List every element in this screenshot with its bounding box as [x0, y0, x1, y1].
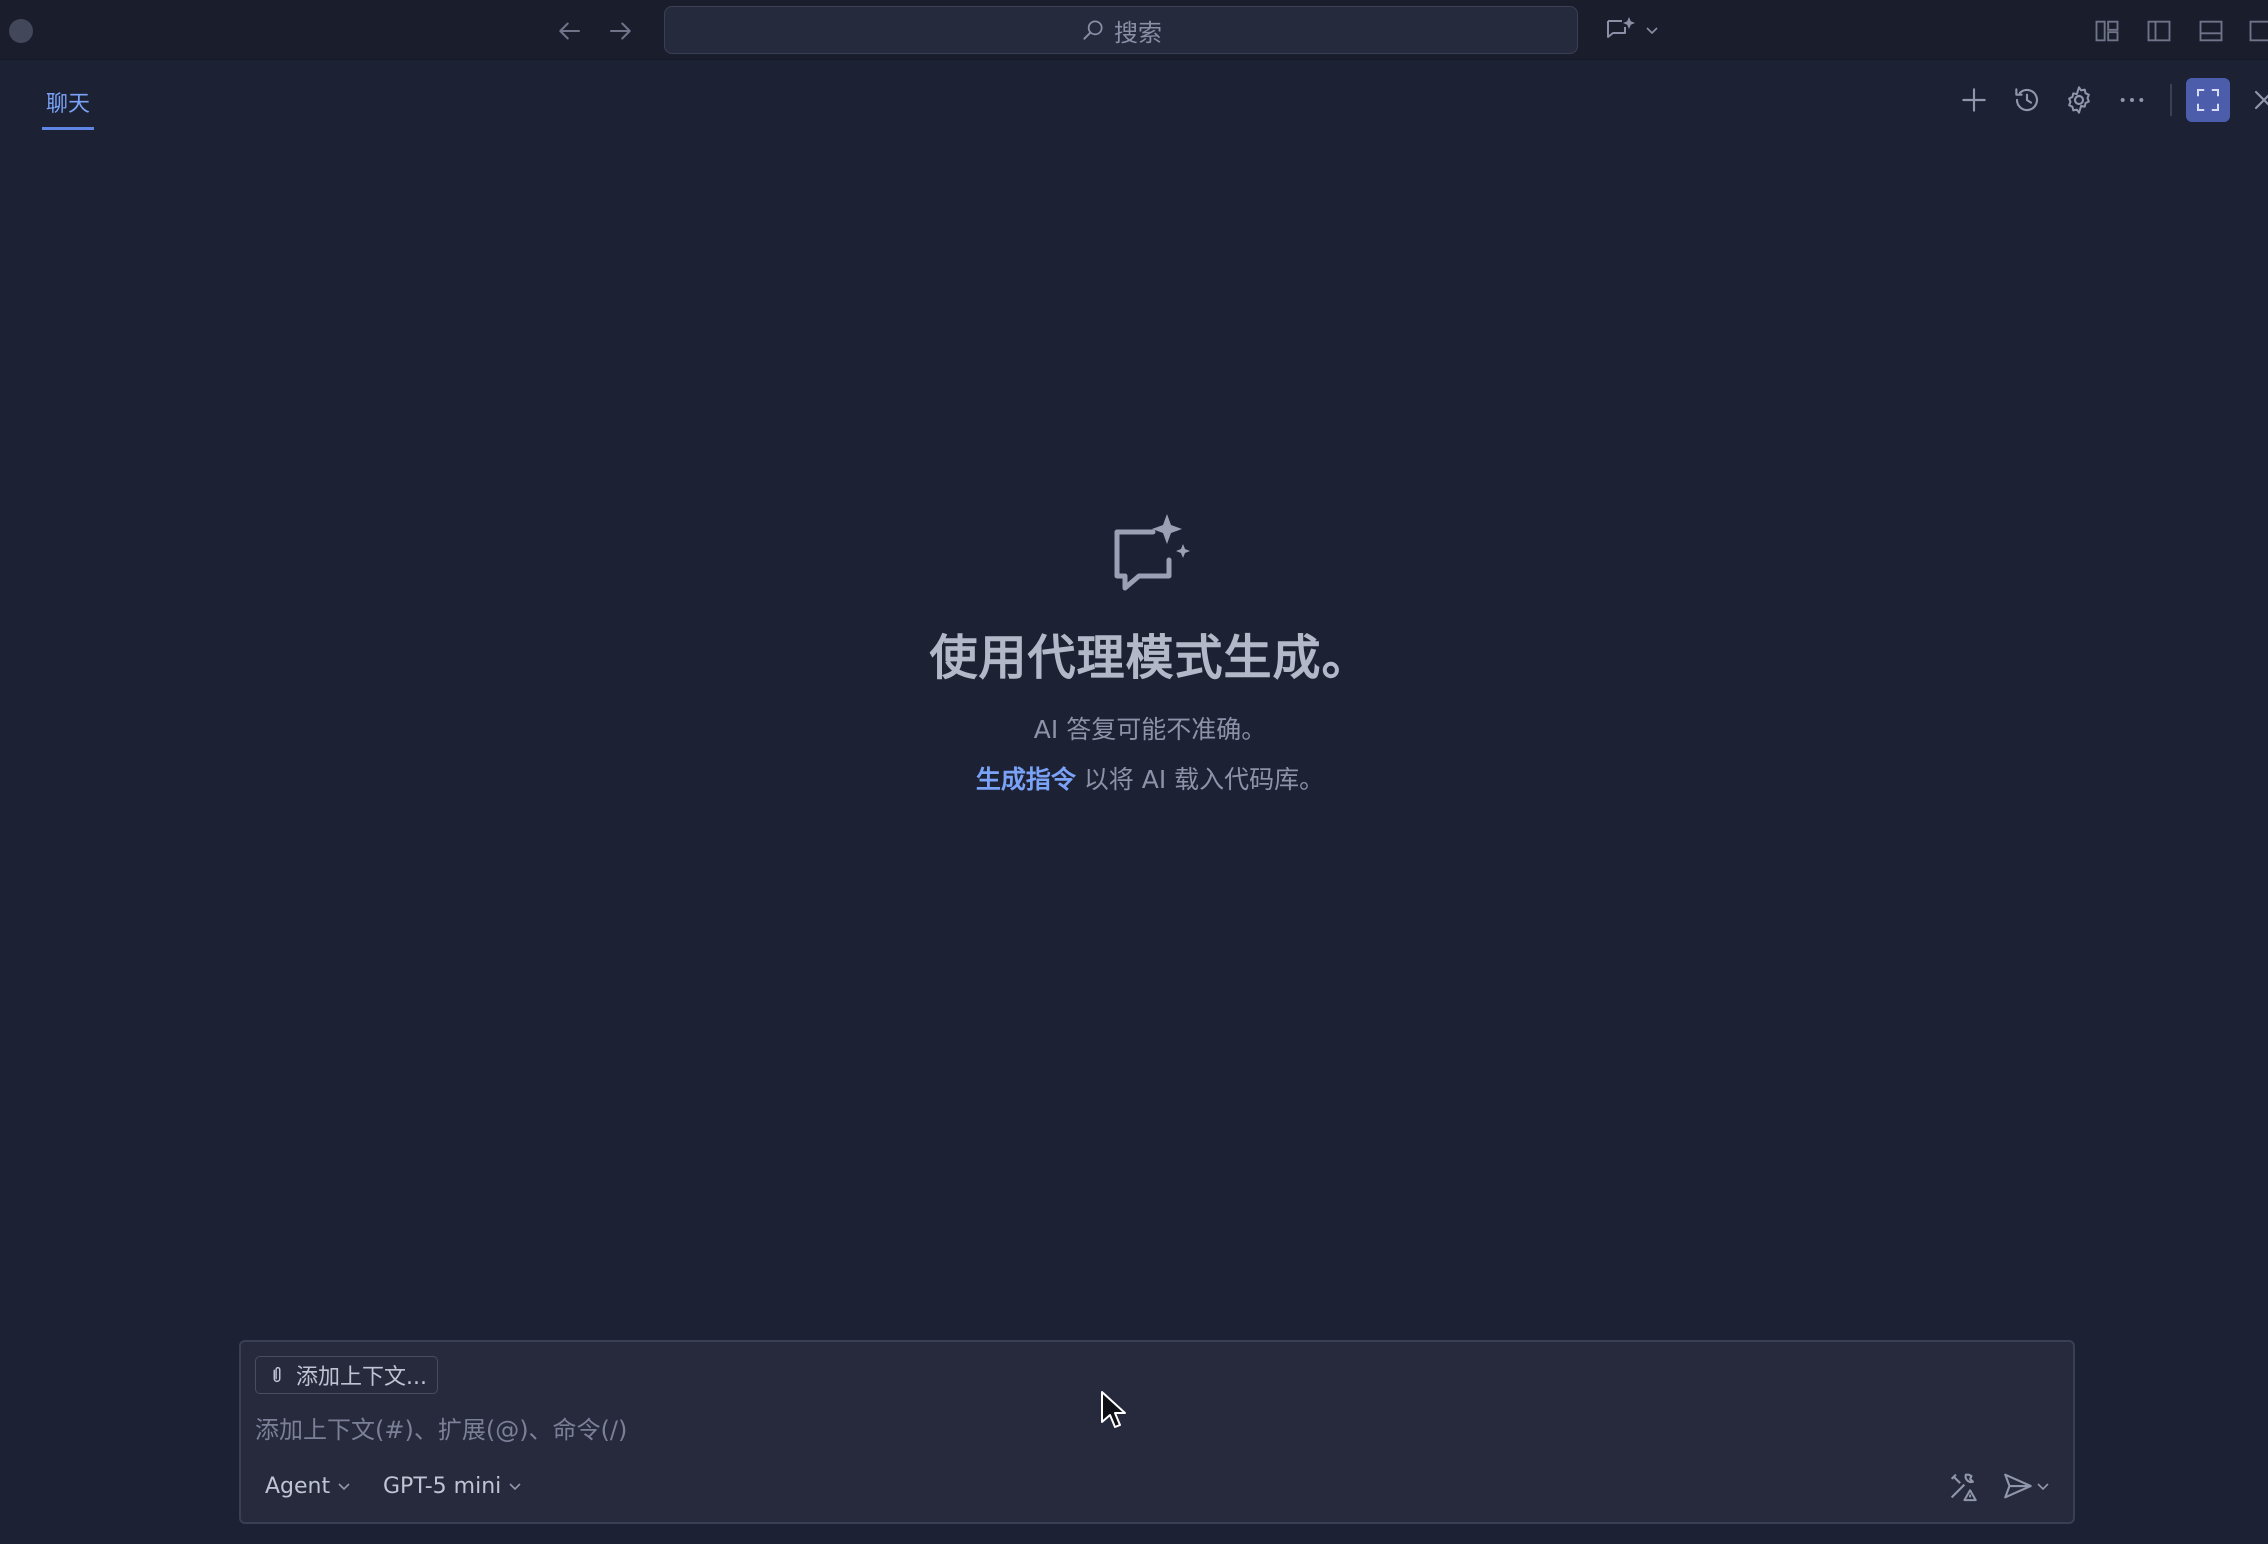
forward-button[interactable]	[604, 14, 638, 48]
chevron-down-icon	[1646, 27, 1658, 35]
search-label: 搜索	[1114, 18, 1162, 47]
arrow-right-icon	[610, 22, 631, 40]
back-button[interactable]	[552, 14, 586, 48]
model-dropdown[interactable]: GPT-5 mini	[383, 1468, 523, 1504]
chat-panel-header: 聊天	[0, 60, 2268, 144]
search-icon	[1083, 20, 1103, 40]
send-icon	[2004, 1473, 2032, 1499]
chat-prompt-input[interactable]	[253, 1410, 2053, 1450]
paperclip-icon	[273, 1366, 281, 1383]
arrow-left-icon	[559, 22, 580, 40]
chat-sparkle-icon	[1114, 514, 1190, 591]
title-bar: 搜索	[0, 0, 2268, 60]
toggle-secondary-sidebar-icon	[2249, 20, 2268, 42]
window-close-dot[interactable]	[9, 19, 33, 43]
add-context-label: 添加上下文...	[296, 1365, 427, 1390]
chevron-down-icon	[2037, 1483, 2049, 1491]
add-context-button[interactable]: 添加上下文...	[255, 1356, 438, 1394]
maximize-panel-button[interactable]	[2186, 78, 2230, 122]
chat-history-button[interactable]	[2005, 78, 2049, 122]
close-icon	[2254, 90, 2268, 110]
chat-empty-state: 使用代理模式生成。 AI 答复可能不准确。 生成指令 以将 AI 载入代码库。	[0, 510, 2268, 796]
tools-warning-icon	[1950, 1473, 1977, 1502]
mode-dropdown[interactable]: Agent	[265, 1468, 352, 1504]
plus-icon	[1962, 88, 1986, 112]
model-label: GPT-5 mini	[383, 1473, 502, 1499]
generate-instructions-link[interactable]: 生成指令	[976, 765, 1076, 794]
welcome-title: 使用代理模式生成。	[929, 630, 1371, 686]
chevron-down-icon	[509, 1483, 521, 1491]
welcome-instructions-text: 以将 AI 载入代码库。	[1075, 765, 1325, 794]
history-icon	[2015, 88, 2039, 112]
copilot-sparkle-icon	[1607, 17, 1635, 38]
welcome-subtitle: AI 答复可能不准确。	[1033, 715, 1267, 744]
chevron-down-icon	[338, 1483, 350, 1491]
copilot-menu-button[interactable]	[1604, 12, 1660, 48]
toggle-panel-button[interactable]	[2194, 14, 2228, 48]
send-button[interactable]	[1993, 1466, 2059, 1506]
new-chat-button[interactable]	[1952, 78, 1996, 122]
toggle-secondary-sidebar-button[interactable]	[2244, 14, 2268, 48]
toggle-primary-sidebar-button[interactable]	[2142, 14, 2176, 48]
tab-chat[interactable]: 聊天	[42, 86, 95, 130]
chat-input-box: 添加上下文... Agent GPT-5 mini	[239, 1340, 2075, 1524]
more-actions-button[interactable]	[2110, 78, 2154, 122]
layout-customize-icon	[2095, 20, 2119, 42]
close-panel-button[interactable]	[2242, 78, 2268, 122]
maximize-icon	[2197, 89, 2219, 111]
gear-icon	[2068, 86, 2090, 114]
customize-layout-button[interactable]	[2090, 14, 2124, 48]
toggle-panel-icon	[2199, 20, 2223, 42]
header-separator	[2170, 84, 2172, 116]
more-icon	[2120, 98, 2144, 102]
welcome-instructions-line: 生成指令 以将 AI 载入代码库。	[0, 760, 2268, 796]
toggle-sidebar-icon	[2147, 20, 2171, 42]
command-center-search[interactable]: 搜索	[664, 6, 1578, 54]
mode-label: Agent	[265, 1473, 331, 1499]
configure-tools-button[interactable]	[1943, 1466, 1983, 1506]
chat-settings-button[interactable]	[2057, 78, 2101, 122]
mouse-cursor-icon	[1101, 1391, 1126, 1428]
